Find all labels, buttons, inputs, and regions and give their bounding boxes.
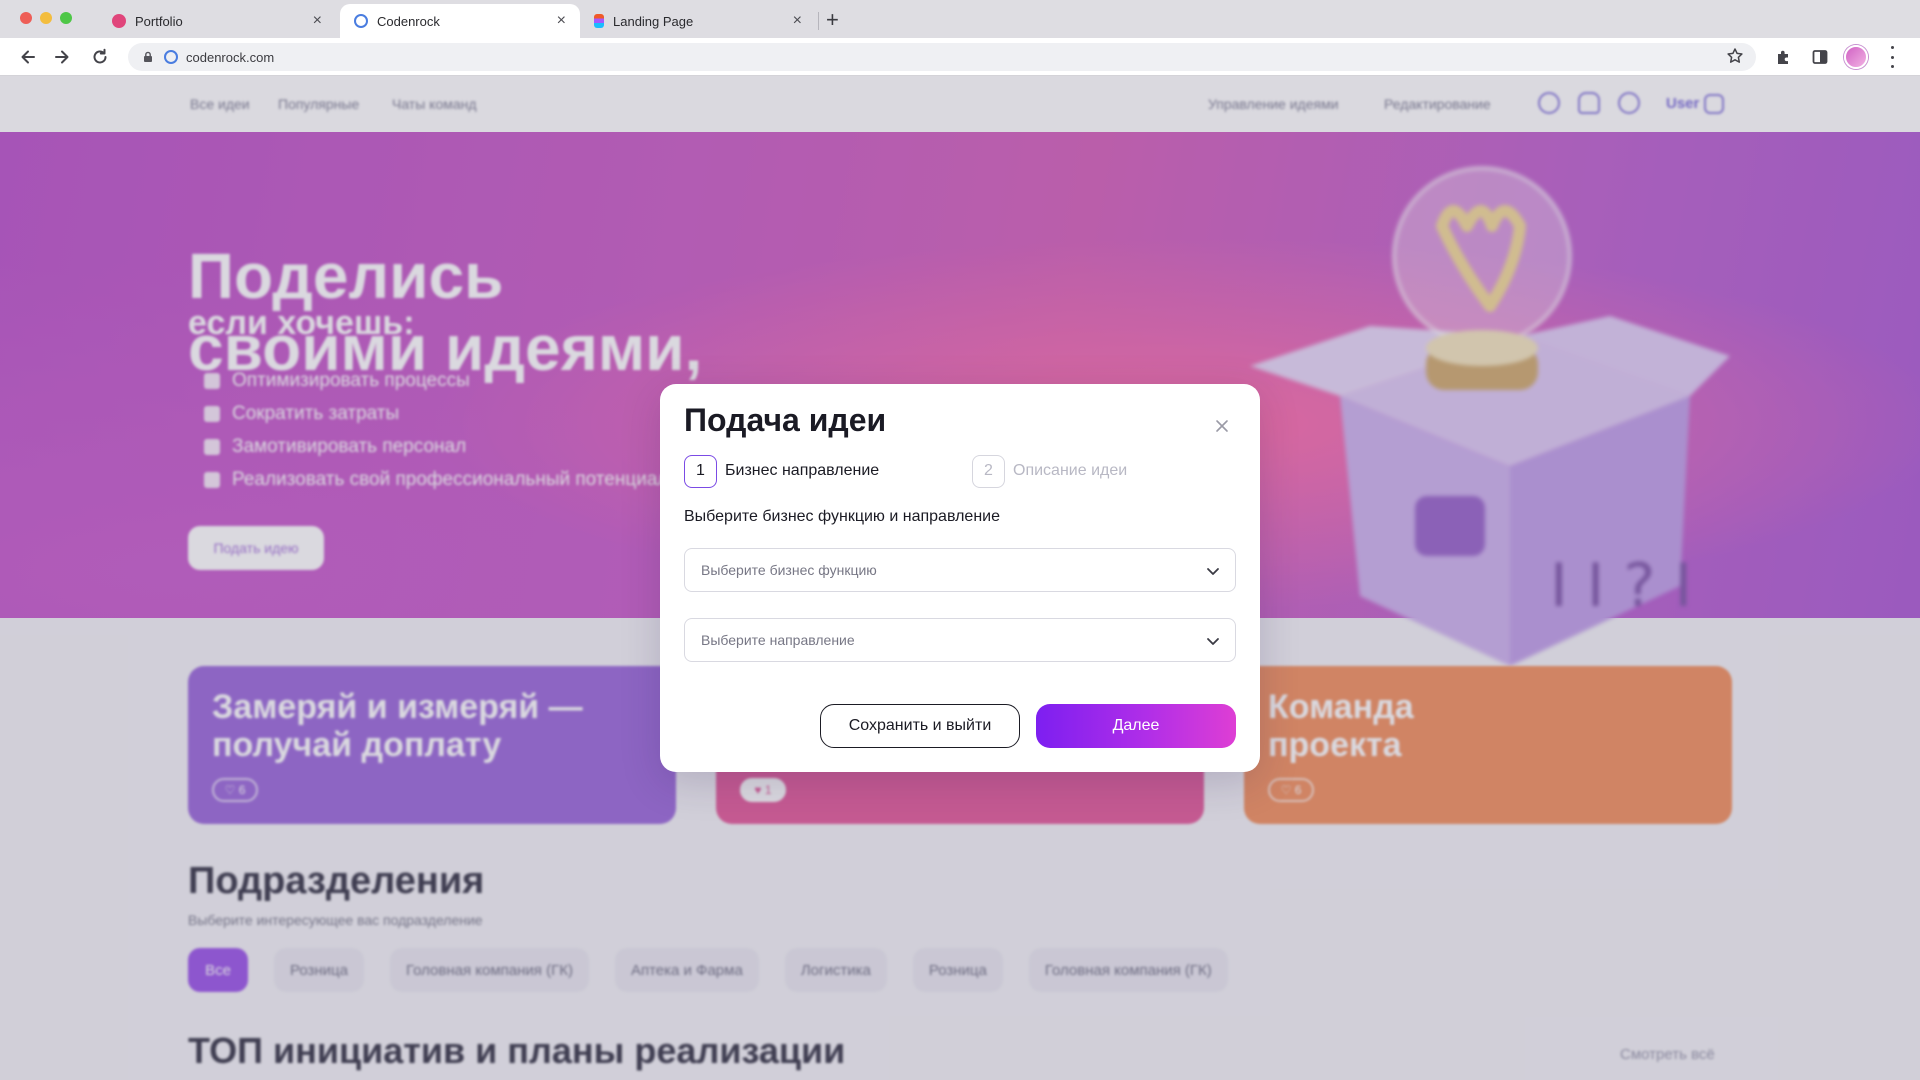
window-maximize-button[interactable] (60, 12, 72, 24)
select-placeholder: Выберите направление (701, 632, 855, 648)
tab-title: Landing Page (613, 13, 694, 29)
tab-title: Codenrock (377, 13, 440, 29)
site-favicon-icon (164, 50, 178, 64)
new-tab-button[interactable]: + (826, 6, 839, 34)
portfolio-favicon-icon (112, 14, 126, 28)
step-label: Описание идеи (1013, 462, 1128, 479)
close-icon[interactable]: × (313, 13, 322, 29)
profile-avatar[interactable] (1844, 45, 1868, 69)
modal-title: Подача идеи (684, 402, 887, 438)
tab-separator (818, 12, 819, 30)
select-placeholder: Выберите бизнес функцию (701, 562, 877, 578)
business-function-select[interactable]: Выберите бизнес функцию (684, 548, 1236, 592)
close-icon[interactable]: × (793, 13, 802, 29)
back-icon[interactable] (16, 45, 40, 69)
chevron-down-icon (1205, 563, 1221, 584)
chevron-down-icon (1205, 633, 1221, 654)
submit-idea-modal: Подача идеи 1 Бизнес направление 2 Описа… (660, 384, 1260, 772)
codenrock-favicon-icon (354, 14, 368, 28)
step-label: Бизнес направление (725, 462, 880, 479)
step-number: 2 (972, 454, 1005, 488)
forward-icon[interactable] (50, 45, 74, 69)
browser-tab-codenrock[interactable]: Codenrock × (340, 4, 580, 38)
window-minimize-button[interactable] (40, 12, 52, 24)
close-icon[interactable] (1214, 418, 1230, 434)
next-button[interactable]: Далее (1036, 704, 1236, 748)
sidepanel-icon[interactable] (1808, 45, 1832, 69)
browser-tab-bar: Portfolio × Codenrock × Landing Page × + (0, 0, 1920, 38)
step-business-direction[interactable]: 1 Бизнес направление (684, 454, 879, 488)
window-close-button[interactable] (20, 12, 32, 24)
browser-tab-landing[interactable]: Landing Page × (580, 4, 816, 38)
step-idea-description[interactable]: 2 Описание идеи (972, 454, 1127, 488)
lock-icon (144, 51, 152, 62)
figma-favicon-icon (594, 14, 604, 28)
menu-icon[interactable] (1886, 46, 1898, 68)
step-number: 1 (684, 454, 717, 488)
modal-subtitle: Выберите бизнес функцию и направление (684, 508, 1000, 525)
direction-select[interactable]: Выберите направление (684, 618, 1236, 662)
browser-toolbar: codenrock.com (0, 38, 1920, 76)
star-icon[interactable] (1726, 47, 1744, 70)
tab-title: Portfolio (135, 13, 183, 29)
extensions-icon[interactable] (1772, 45, 1796, 69)
reload-icon[interactable] (88, 45, 112, 69)
url-text: codenrock.com (186, 49, 275, 65)
close-icon[interactable]: × (557, 13, 566, 29)
save-and-exit-button[interactable]: Сохранить и выйти (820, 704, 1020, 748)
browser-tab-portfolio[interactable]: Portfolio × (98, 4, 336, 38)
address-bar[interactable]: codenrock.com (128, 43, 1756, 71)
